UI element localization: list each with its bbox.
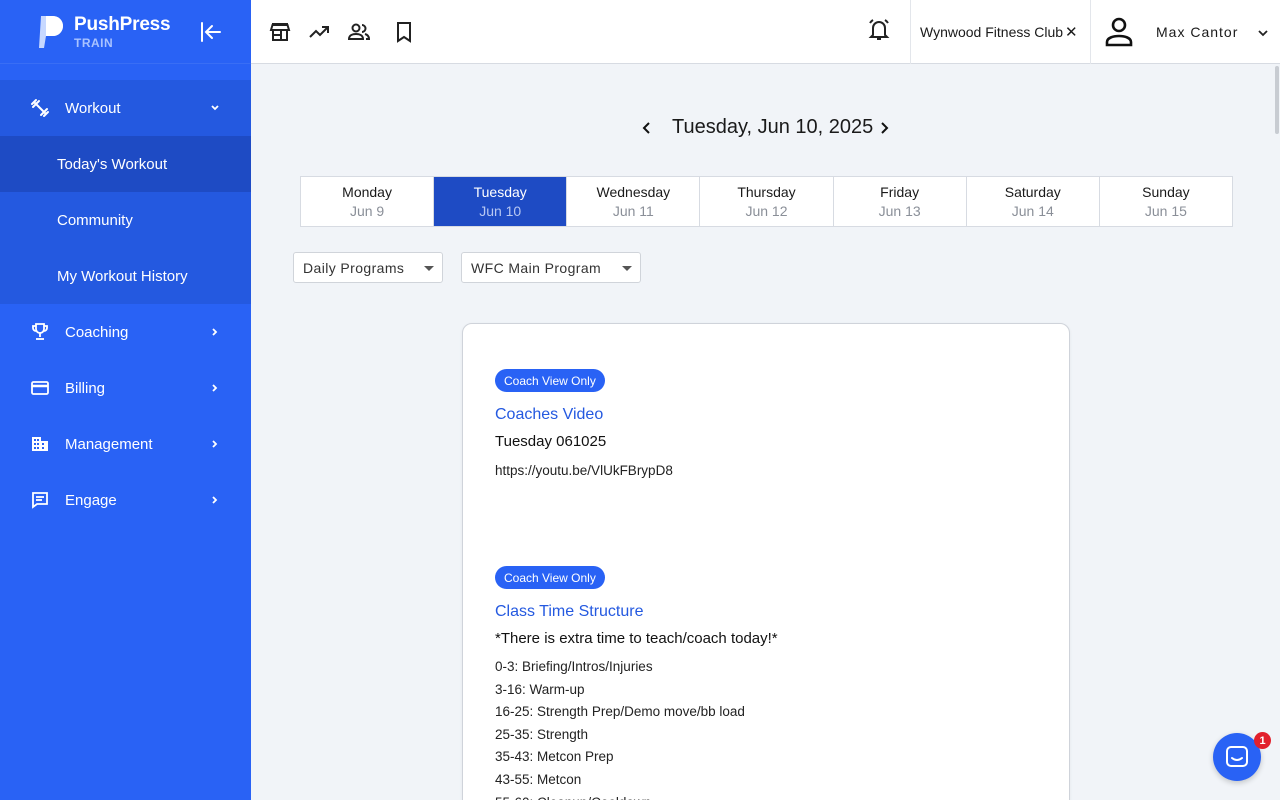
day-date: Jun 12 [745, 203, 788, 219]
sidebar-item-label: Management [65, 435, 153, 453]
trending-up-icon[interactable] [307, 20, 331, 44]
coach-view-badge: Coach View Only [495, 369, 605, 392]
trophy-icon [30, 322, 50, 342]
day-date: Jun 11 [612, 203, 654, 219]
section-title[interactable]: Coaches Video [495, 406, 603, 424]
credit-card-icon [30, 378, 50, 398]
day-date: Jun 13 [878, 203, 921, 219]
sidebar-subitem-workout-history[interactable]: My Workout History [0, 248, 251, 304]
user-avatar-icon[interactable] [1104, 16, 1134, 48]
sidebar-item-coaching[interactable]: Coaching [0, 304, 251, 360]
list-item: 25-35: Strength [495, 726, 589, 742]
day-tab-saturday[interactable]: Saturday Jun 14 [967, 177, 1100, 226]
day-name: Wednesday [596, 184, 671, 200]
club-clear-icon[interactable]: ✕ [1065, 23, 1078, 41]
sidebar-item-workout[interactable]: Workout [0, 80, 251, 136]
section-subtitle: Tuesday 061025 [495, 433, 607, 450]
bookmark-icon[interactable] [392, 20, 416, 44]
caret-down-icon [424, 266, 434, 271]
building-icon [30, 434, 50, 454]
coach-view-badge: Coach View Only [495, 566, 605, 589]
sidebar-item-label: Coaching [65, 323, 129, 341]
list-item: 0-3: Briefing/Intros/Injuries [495, 659, 653, 674]
scrollbar-thumb[interactable] [1275, 66, 1279, 134]
week-day-selector: Monday Jun 9 Tuesday Jun 10 Wednesday Ju… [300, 176, 1233, 227]
workout-card: Coach View Only Coaches Video Tuesday 06… [462, 323, 1070, 800]
day-date: Jun 9 [349, 203, 385, 219]
video-link[interactable]: https://youtu.be/VlUkFBrypD8 [495, 463, 673, 478]
chevron-right-icon [208, 381, 222, 395]
chevron-right-icon [208, 493, 222, 507]
program-select[interactable]: WFC Main Program [461, 252, 641, 283]
chat-notification-badge: 1 [1254, 732, 1271, 749]
brand-name: PushPress [74, 13, 171, 35]
store-icon[interactable] [268, 20, 292, 44]
sidebar-subitem-todays-workout[interactable]: Today's Workout [0, 136, 251, 192]
schedule-list: 0-3: Briefing/Intros/Injuries 3-16: Warm… [495, 656, 745, 800]
select-value: Daily Programs [303, 259, 405, 276]
brand-sub: TRAIN [74, 35, 114, 50]
club-name: Wynwood Fitness Club [920, 24, 1064, 40]
section-title[interactable]: Class Time Structure [495, 603, 643, 621]
sidebar-item-label: Workout [65, 99, 121, 117]
caret-down-icon [622, 266, 632, 271]
day-name: Sunday [1142, 184, 1190, 200]
notification-bell-icon[interactable] [866, 17, 892, 43]
scrollbar[interactable] [1274, 64, 1280, 800]
club-selector[interactable]: Wynwood Fitness Club ✕ [910, 0, 1091, 64]
program-type-select[interactable]: Daily Programs [293, 252, 443, 283]
day-tab-monday[interactable]: Monday Jun 9 [301, 177, 435, 226]
collapse-sidebar-icon[interactable] [198, 20, 224, 44]
day-tab-friday[interactable]: Friday Jun 13 [834, 177, 967, 226]
sidebar-item-label: Billing [65, 379, 106, 397]
day-date: Jun 10 [479, 203, 522, 219]
list-item: 55-60: Cleanup/Cooldown [495, 792, 745, 800]
list-item: 3-16: Warm-up [495, 681, 585, 697]
day-name: Tuesday [473, 184, 527, 200]
sidebar-item-label: Engage [65, 491, 117, 509]
sidebar-item-billing[interactable]: Billing [0, 360, 251, 416]
chat-icon [30, 490, 50, 510]
pushpress-logo-icon[interactable] [38, 14, 68, 50]
day-name: Thursday [737, 184, 796, 200]
sidebar-subitem-community[interactable]: Community [0, 192, 251, 248]
day-date: Jun 15 [1144, 203, 1187, 219]
day-tab-thursday[interactable]: Thursday Jun 12 [700, 177, 834, 226]
user-name[interactable]: Max Cantor [1156, 24, 1238, 40]
day-date: Jun 14 [1011, 203, 1054, 219]
list-item: 35-43: Metcon Prep [495, 749, 614, 765]
chevron-left-icon[interactable] [639, 120, 655, 136]
people-icon[interactable] [347, 20, 371, 44]
brand-header: PushPress TRAIN [0, 0, 251, 64]
brand-text: PushPress TRAIN [74, 13, 171, 50]
current-date: Tuesday, Jun 10, 2025 [672, 116, 874, 138]
day-tab-sunday[interactable]: Sunday Jun 15 [1100, 177, 1232, 226]
day-name: Friday [880, 184, 920, 200]
chevron-right-icon [208, 325, 222, 339]
day-tab-wednesday[interactable]: Wednesday Jun 11 [567, 177, 701, 226]
dumbbell-icon [30, 98, 50, 118]
chevron-right-icon [208, 437, 222, 451]
sidebar: PushPress TRAIN Workout Today's Workout … [0, 0, 251, 800]
day-name: Saturday [1004, 184, 1061, 200]
select-value: WFC Main Program [471, 259, 602, 276]
chevron-down-icon[interactable] [1257, 26, 1269, 38]
day-name: Monday [342, 184, 392, 200]
top-bar: Wynwood Fitness Club ✕ Max Cantor [251, 0, 1280, 64]
chevron-down-icon [208, 101, 222, 115]
date-navigator: Tuesday, Jun 10, 2025 [630, 112, 900, 144]
sidebar-item-management[interactable]: Management [0, 416, 251, 472]
day-tab-tuesday[interactable]: Tuesday Jun 10 [434, 177, 568, 226]
chevron-right-icon[interactable] [876, 120, 892, 136]
section-subtitle: *There is extra time to teach/coach toda… [495, 630, 778, 647]
list-item: 16-25: Strength Prep/Demo move/bb load [495, 704, 745, 720]
list-item: 43-55: Metcon [495, 771, 582, 787]
sidebar-item-engage[interactable]: Engage [0, 472, 251, 528]
